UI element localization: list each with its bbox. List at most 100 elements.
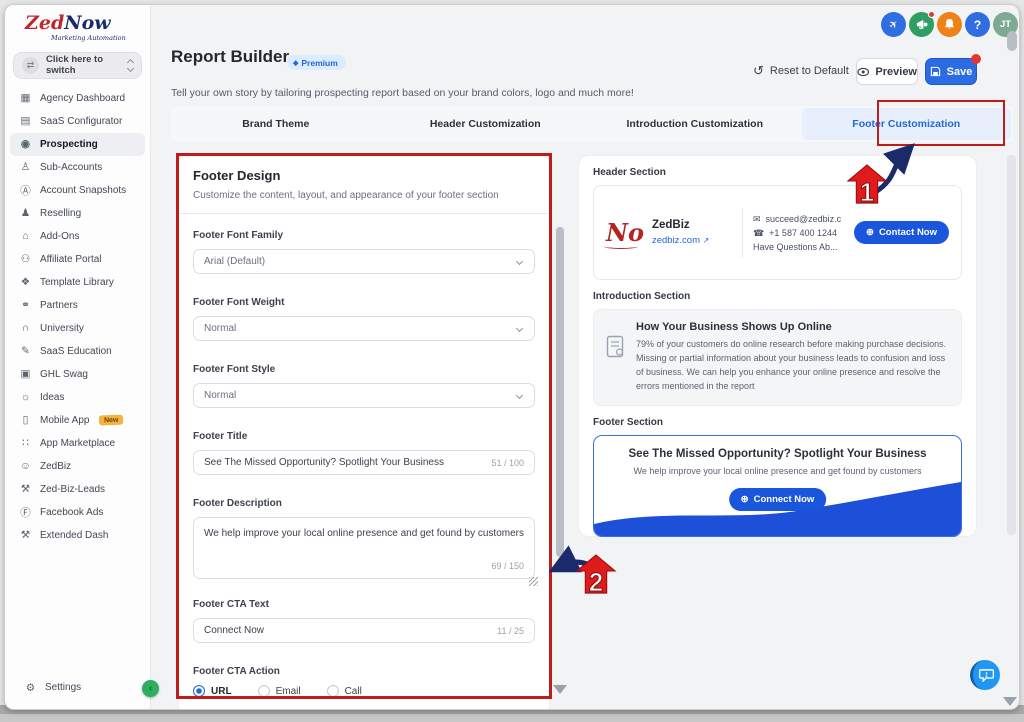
radio-email[interactable]: Email [258, 685, 301, 697]
sidebar-item-affiliate-portal[interactable]: ⚇ Affiliate Portal [10, 248, 145, 271]
sidebar-item-reselling[interactable]: ♟Reselling [10, 202, 145, 225]
resize-handle[interactable] [529, 577, 538, 586]
intro-section-preview: How Your Business Shows Up Online 79% of… [593, 309, 962, 406]
partners-icon: ⚭ [19, 299, 32, 311]
leads-icon: ⚒ [19, 483, 32, 495]
sidebar-item-ghl-swag[interactable]: ▣GHL Swag [10, 363, 145, 386]
sidebar-item-mobile-app[interactable]: ▯Mobile AppNew [10, 409, 145, 432]
help-button[interactable]: ? [965, 12, 990, 37]
sidebar-item-zed-biz-leads[interactable]: ⚒ Zed-Biz-Leads [10, 478, 145, 501]
divider [179, 213, 549, 214]
tab-footer-customization[interactable]: Footer Customization [802, 108, 1012, 140]
preview-button[interactable]: Preview [856, 58, 918, 85]
chevron-down-icon [516, 258, 523, 265]
sidebar-item-label: Facebook Ads [40, 507, 103, 518]
eye-icon [857, 67, 869, 77]
account-switcher[interactable]: ⇄ Click here to switch [13, 52, 142, 79]
logo-text-zed: Zed [25, 12, 64, 34]
footer-description-textarea[interactable]: We help improve your local online presen… [193, 517, 535, 579]
sidebar-item-ideas[interactable]: ☼Ideas [10, 386, 145, 409]
connect-now-button[interactable]: ⊕ Connect Now [729, 488, 827, 511]
radio-url[interactable]: URL [193, 685, 232, 697]
tab-label: Header Customization [430, 118, 541, 130]
questions-text: Have Questions Ab... [753, 242, 838, 252]
footer-preview-subtitle: We help improve your local online presen… [594, 466, 961, 476]
support-chat-button[interactable] [970, 660, 1000, 690]
contact-now-button[interactable]: ⊕ Contact Now [854, 221, 949, 244]
font-weight-select[interactable]: Normal [193, 316, 535, 341]
sidebar-item-label: Zed-Biz-Leads [40, 484, 105, 495]
sidebar-item-settings[interactable]: ⚙ Settings [15, 676, 135, 699]
reselling-icon: ♟ [19, 207, 32, 219]
sidebar-item-label: University [40, 323, 84, 334]
cta-text-input[interactable]: Connect Now 11 / 25 [193, 618, 535, 643]
font-style-select[interactable]: Normal [193, 383, 535, 408]
page-scrollbar-track[interactable] [1007, 155, 1016, 535]
affiliate-icon: ⚇ [19, 253, 32, 265]
sidebar-item-label: Extended Dash [40, 530, 108, 541]
intro-section-label: Introduction Section [593, 291, 962, 302]
company-website-link[interactable]: zedbiz.com ↗ [652, 235, 732, 246]
sidebar-item-label: Mobile App [40, 415, 89, 426]
intro-title: How Your Business Shows Up Online [636, 321, 949, 333]
sidebar-collapse-button[interactable]: ‹ [142, 680, 159, 697]
sidebar-item-saas-education[interactable]: ✎SaaS Education [10, 340, 145, 363]
sidebar-item-label: Add-Ons [40, 231, 79, 242]
save-label: Save [947, 66, 973, 78]
switcher-label: Click here to switch [46, 54, 121, 76]
sidebar-item-prospecting[interactable]: ◉Prospecting [10, 133, 145, 156]
sidebar-item-sub-accounts[interactable]: ♙Sub-Accounts [10, 156, 145, 179]
notifications-button[interactable] [937, 12, 962, 37]
sidebar-item-app-marketplace[interactable]: ∷App Marketplace [10, 432, 145, 455]
envelope-icon: ✉ [753, 214, 761, 225]
page-scrollbar-thumb[interactable] [1007, 31, 1017, 51]
footer-title-counter: 51 / 100 [491, 458, 524, 468]
sidebar-item-label: Affiliate Portal [40, 254, 102, 265]
cta-text-label: Footer CTA Text [193, 599, 535, 610]
save-button[interactable]: Save [925, 58, 977, 85]
sidebar-item-university[interactable]: ∩ University [10, 317, 145, 340]
radio-call[interactable]: Call [327, 685, 362, 697]
app-logo: ZedNow Marketing Automation [5, 5, 150, 42]
rocket-button[interactable]: ✈ [881, 12, 906, 37]
footer-title-input[interactable]: See The Missed Opportunity? Spotlight Yo… [193, 450, 535, 475]
font-family-value: Arial (Default) [204, 256, 265, 267]
sidebar-item-template-library[interactable]: ❖Template Library [10, 271, 145, 294]
sidebar-item-account-snapshots[interactable]: ⒶAccount Snapshots [10, 179, 145, 202]
footer-description-label: Footer Description [193, 498, 535, 509]
tab-header-customization[interactable]: Header Customization [381, 106, 591, 142]
sidebar-item-agency-dashboard[interactable]: ▦Agency Dashboard [10, 87, 145, 110]
education-icon: ✎ [19, 345, 32, 357]
footer-design-panel: Footer Design Customize the content, lay… [179, 156, 549, 710]
page-title: Report Builder [171, 47, 289, 67]
tab-brand-theme[interactable]: Brand Theme [171, 106, 381, 142]
addons-icon: ⌂ [19, 230, 32, 242]
sidebar-item-zedbiz[interactable]: ☺ZedBiz [10, 455, 145, 478]
sidebar-item-add-ons[interactable]: ⌂ Add-Ons [10, 225, 145, 248]
sidebar-item-partners[interactable]: ⚭Partners [10, 294, 145, 317]
reset-to-default-button[interactable]: ↺ Reset to Default [753, 63, 849, 79]
university-icon: ∩ [19, 322, 32, 334]
app-window: ZedNow Marketing Automation ⇄ Click here… [4, 4, 1020, 710]
announcements-button[interactable] [909, 12, 934, 37]
sidebar-item-extended-dash[interactable]: ⚒Extended Dash [10, 524, 145, 547]
cta-action-label: Footer CTA Action [193, 666, 535, 677]
sidebar-item-saas-configurator[interactable]: ▤SaaS Configurator [10, 110, 145, 133]
font-family-select[interactable]: Arial (Default) [193, 249, 535, 274]
footer-title-label: Footer Title [193, 431, 535, 442]
notification-dot [928, 11, 935, 18]
scroll-down-arrow-icon[interactable] [553, 685, 567, 694]
new-badge: New [99, 415, 124, 426]
page-scroll-down-arrow-icon[interactable] [1003, 697, 1017, 706]
form-scrollbar-thumb[interactable] [556, 227, 564, 557]
sidebar-item-facebook-ads[interactable]: ⒻFacebook Ads [10, 501, 145, 524]
sidebar-item-label: Prospecting [40, 139, 98, 150]
report-preview-panel: Header Section No ZedBiz zedbiz.com ↗ ✉s… [579, 156, 976, 536]
radio-dot [193, 685, 205, 697]
chevron-down-icon [516, 392, 523, 399]
reset-label: Reset to Default [770, 65, 849, 77]
tab-introduction-customization[interactable]: Introduction Customization [590, 106, 800, 142]
radio-dot [258, 685, 270, 697]
intro-body: 79% of your customers do online research… [636, 338, 949, 394]
radio-label: Email [276, 686, 301, 697]
